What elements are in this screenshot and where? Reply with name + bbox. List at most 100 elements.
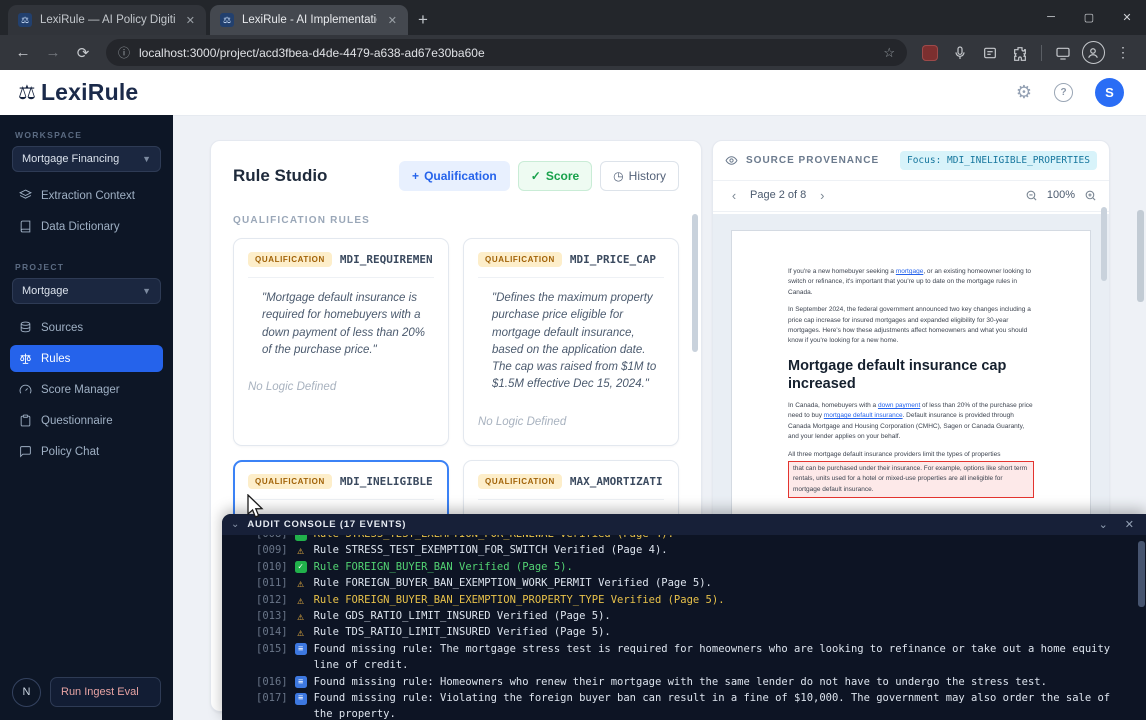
workspace-select[interactable]: Mortgage Financing ▼ bbox=[12, 146, 161, 172]
rule-card-mdi-requirement[interactable]: QUALIFICATION MDI_REQUIREMEN "Mortgage d… bbox=[233, 238, 449, 446]
console-scrollbar[interactable] bbox=[1138, 541, 1145, 607]
doc-link[interactable]: mortgage default insurance bbox=[824, 412, 903, 419]
tab-close-icon[interactable]: ✕ bbox=[183, 14, 198, 27]
add-qualification-button[interactable]: + Qualification bbox=[399, 161, 510, 191]
prev-page-button[interactable]: ‹ bbox=[725, 186, 743, 204]
rule-quote: "Mortgage default insurance is required … bbox=[262, 292, 426, 356]
log-text: Found missing rule: Violating the foreig… bbox=[313, 692, 1111, 720]
scale-icon bbox=[20, 353, 31, 364]
back-button[interactable]: ← bbox=[10, 40, 36, 66]
site-info-icon[interactable]: ⓘ bbox=[118, 44, 130, 61]
profile-icon[interactable] bbox=[1080, 40, 1106, 66]
provenance-scrollbar[interactable] bbox=[1101, 207, 1107, 281]
page-title: Rule Studio bbox=[233, 166, 328, 185]
user-avatar[interactable]: S bbox=[1095, 78, 1124, 107]
logo-scale-icon: ⚖ bbox=[18, 82, 36, 104]
workspace-section-label: WORKSPACE bbox=[15, 130, 83, 140]
log-index: [016] bbox=[256, 675, 288, 688]
run-ingest-eval-button[interactable]: Run Ingest Eval bbox=[50, 677, 161, 707]
rules-scrollbar[interactable] bbox=[692, 214, 698, 352]
doc-heading: Mortgage default insurance cap increased bbox=[788, 357, 1007, 392]
chat-icon bbox=[20, 446, 31, 458]
help-icon[interactable]: ? bbox=[1054, 83, 1073, 102]
reading-mode-icon[interactable] bbox=[977, 40, 1003, 66]
mic-icon[interactable] bbox=[947, 40, 973, 66]
sidebar-item-extraction-context[interactable]: Extraction Context bbox=[10, 182, 163, 209]
n-avatar-badge[interactable]: N bbox=[12, 677, 41, 707]
url-bar[interactable]: ⓘ localhost:3000/project/acd3fbea-d4de-4… bbox=[106, 39, 907, 66]
log-text: Rule FOREIGN_BUYER_BAN_EXEMPTION_WORK_PE… bbox=[313, 577, 712, 590]
sidebar: WORKSPACE Mortgage Financing ▼ Extractio… bbox=[0, 115, 173, 720]
doc-link[interactable]: down payment bbox=[878, 402, 920, 409]
doc-link[interactable]: mortgage bbox=[896, 268, 923, 275]
sidebar-item-questionnaire[interactable]: Questionnaire bbox=[10, 407, 163, 434]
rule-name: MDI_INELIGIBLE bbox=[339, 475, 433, 488]
sidebar-item-label: Data Dictionary bbox=[41, 220, 120, 233]
warning-icon: ⚠ bbox=[297, 626, 304, 640]
console-close-icon[interactable]: ✕ bbox=[1125, 518, 1134, 531]
tab-title: LexiRule - AI Implementation P bbox=[242, 14, 377, 26]
minimize-button[interactable]: ─ bbox=[1032, 11, 1070, 23]
reload-button[interactable]: ⟳ bbox=[70, 40, 96, 66]
console-log-row: [010] ✓ Rule FOREIGN_BUYER_BAN Verified … bbox=[256, 559, 1132, 575]
forward-button[interactable]: → bbox=[40, 40, 66, 66]
warning-icon: ⚠ bbox=[297, 577, 304, 591]
chevron-down-icon[interactable]: ⌄ bbox=[1099, 518, 1108, 531]
extension-red-icon[interactable] bbox=[917, 40, 943, 66]
sidebar-item-policy-chat[interactable]: Policy Chat bbox=[10, 438, 163, 465]
log-text: Rule TDS_RATIO_LIMIT_INSURED Verified (P… bbox=[313, 626, 611, 639]
console-log-row: [016] ≡ Found missing rule: Homeowners w… bbox=[256, 674, 1132, 690]
tab-title: LexiRule — AI Policy Digitizatio bbox=[40, 14, 175, 26]
zoom-in-icon[interactable] bbox=[1084, 189, 1097, 202]
no-logic-label: No Logic Defined bbox=[478, 415, 567, 428]
zoom-out-icon[interactable] bbox=[1025, 189, 1038, 202]
rule-card-mdi-price-cap[interactable]: QUALIFICATION MDI_PRICE_CAP "Defines the… bbox=[463, 238, 679, 446]
warning-icon: ⚠ bbox=[297, 544, 304, 558]
rule-name: MDI_PRICE_CAP bbox=[569, 253, 656, 266]
dev-tools-icon[interactable] bbox=[1050, 40, 1076, 66]
rule-name: MDI_REQUIREMEN bbox=[339, 253, 433, 266]
history-button[interactable]: ◷ History bbox=[600, 161, 679, 191]
console-header[interactable]: ⌄ AUDIT CONSOLE (17 EVENTS) ⌄ ✕ bbox=[222, 514, 1146, 535]
window-controls: ─ ▢ ✕ bbox=[1032, 0, 1146, 34]
next-page-button[interactable]: › bbox=[813, 186, 831, 204]
browser-menu-icon[interactable]: ⋮ bbox=[1110, 40, 1136, 66]
qualification-rules-section-label: QUALIFICATION RULES bbox=[233, 215, 371, 226]
sidebar-item-score-manager[interactable]: Score Manager bbox=[10, 376, 163, 403]
tab-close-icon[interactable]: ✕ bbox=[385, 14, 400, 27]
browser-address-bar: ← → ⟳ ⓘ localhost:3000/project/acd3fbea-… bbox=[0, 35, 1146, 70]
maximize-button[interactable]: ▢ bbox=[1070, 11, 1108, 24]
console-log-row: [013] ⚠ Rule GDS_RATIO_LIMIT_INSURED Ver… bbox=[256, 608, 1132, 624]
no-logic-label: No Logic Defined bbox=[248, 381, 337, 393]
window-scrollbar[interactable] bbox=[1137, 210, 1144, 302]
plus-icon: + bbox=[412, 169, 420, 183]
zoom-level: 100% bbox=[1046, 189, 1075, 201]
sidebar-item-rules[interactable]: Rules bbox=[10, 345, 163, 372]
browser-tab-2-active[interactable]: ⚖ LexiRule - AI Implementation P ✕ bbox=[210, 5, 408, 35]
sidebar-item-sources[interactable]: Sources bbox=[10, 314, 163, 341]
console-collapse-icon[interactable]: ⌄ bbox=[231, 519, 239, 530]
warning-icon: ⚠ bbox=[297, 593, 304, 607]
log-text: Rule GDS_RATIO_LIMIT_INSURED Verified (P… bbox=[313, 610, 611, 623]
log-index: [010] bbox=[256, 560, 288, 573]
app-header: ⚖ LexiRule ⚙ ? S bbox=[0, 70, 1146, 116]
qualification-badge: QUALIFICATION bbox=[478, 252, 562, 267]
qualification-badge: QUALIFICATION bbox=[248, 474, 332, 489]
log-index: [015] bbox=[256, 642, 288, 655]
doc-text: If you're a new homebuyer seeking a bbox=[788, 268, 896, 275]
database-icon bbox=[20, 321, 31, 333]
extensions-puzzle-icon[interactable] bbox=[1007, 40, 1033, 66]
new-tab-button[interactable]: + bbox=[418, 11, 428, 28]
close-button[interactable]: ✕ bbox=[1108, 11, 1146, 24]
bookmark-star-icon[interactable]: ☆ bbox=[883, 45, 895, 61]
add-score-button[interactable]: ✓ Score bbox=[517, 161, 593, 191]
console-log-row: [017] ≡ Found missing rule: Violating th… bbox=[256, 690, 1132, 720]
rule-quote: "Defines the maximum property purchase p… bbox=[492, 292, 657, 391]
settings-gear-icon[interactable]: ⚙ bbox=[1016, 82, 1032, 103]
project-select[interactable]: Mortgage ▼ bbox=[12, 278, 161, 304]
log-text: Rule STRESS_TEST_EXEMPTION_FOR_SWITCH Ve… bbox=[313, 544, 668, 557]
console-log: [008] ✓ Rule STRESS_TEST_EXEMPTION_FOR_R… bbox=[222, 535, 1136, 720]
doc-paragraph: If you're a new homebuyer seeking a mort… bbox=[788, 267, 1034, 298]
sidebar-item-data-dictionary[interactable]: Data Dictionary bbox=[10, 213, 163, 240]
browser-tab-1[interactable]: ⚖ LexiRule — AI Policy Digitizatio ✕ bbox=[8, 5, 206, 35]
